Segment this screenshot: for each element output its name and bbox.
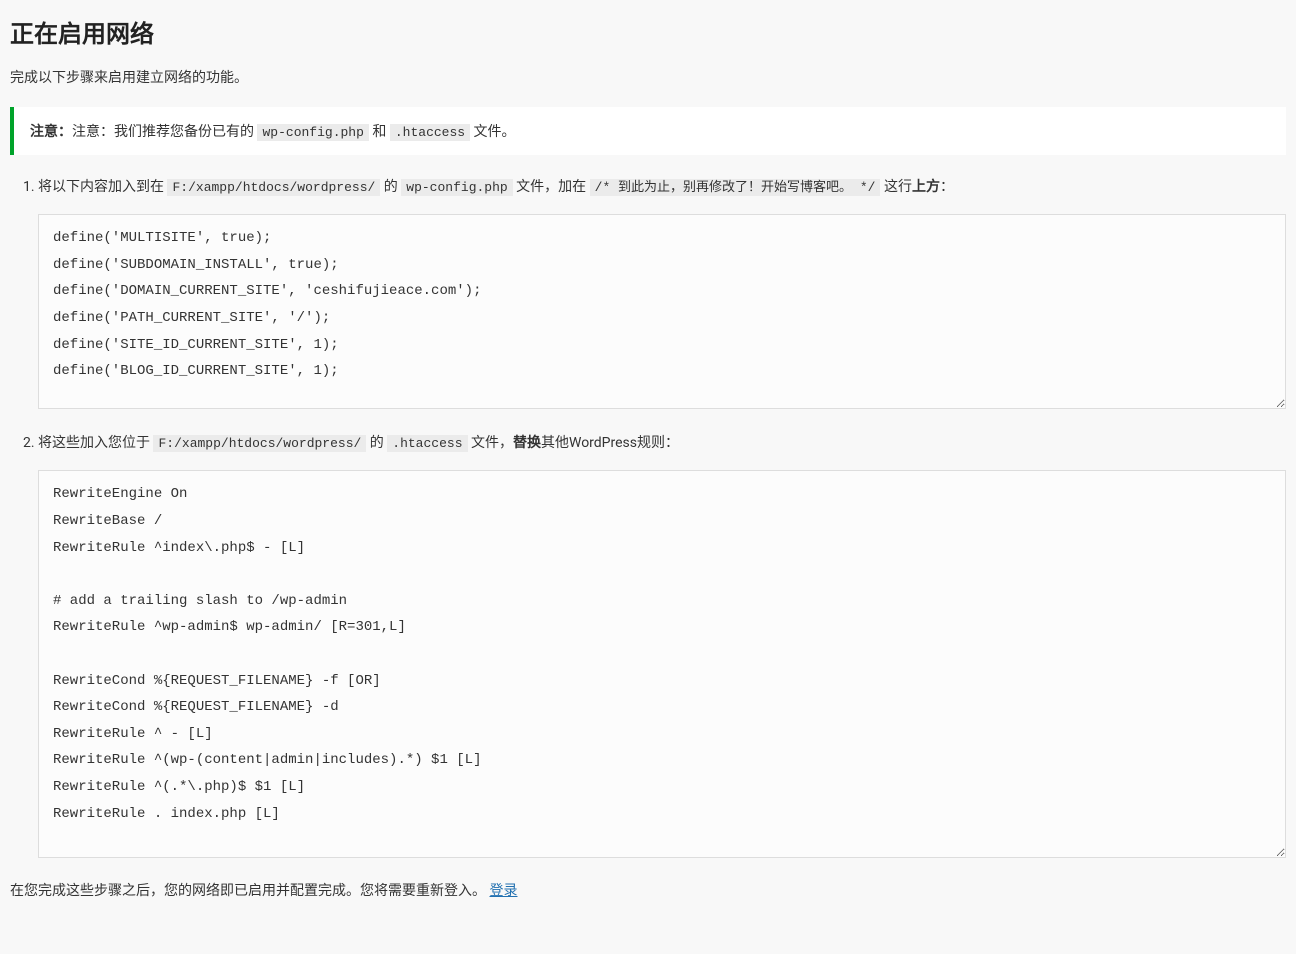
- notice-code-htaccess: .htaccess: [390, 124, 470, 141]
- step-2-text: 将这些加入您位于 F:/xampp/htdocs/wordpress/ 的 .h…: [38, 431, 1286, 456]
- step-1-path-code: F:/xampp/htdocs/wordpress/: [167, 179, 380, 196]
- notice-text-before: 我们推荐您备份已有的: [114, 124, 257, 140]
- step-1-t4: 这行: [880, 179, 911, 195]
- notice-text-mid: 和: [369, 124, 390, 140]
- step-1-t2: 的: [380, 179, 401, 195]
- step-1-t5: ：: [940, 179, 954, 195]
- step-2: 将这些加入您位于 F:/xampp/htdocs/wordpress/ 的 .h…: [38, 431, 1286, 858]
- step-1-t3: 文件，加在: [513, 179, 590, 195]
- wpconfig-code-block[interactable]: [38, 214, 1286, 409]
- step-1-bold: 上方: [912, 179, 940, 195]
- login-link[interactable]: 登录: [489, 883, 517, 899]
- step-2-file-code: .htaccess: [387, 435, 467, 452]
- step-2-t1: 将这些加入您位于: [38, 435, 153, 451]
- htaccess-code-block[interactable]: [38, 470, 1286, 858]
- step-1-text: 将以下内容加入到在 F:/xampp/htdocs/wordpress/ 的 w…: [38, 175, 1286, 200]
- intro-text: 完成以下步骤来启用建立网络的功能。: [10, 67, 1286, 87]
- footer-text: 在您完成这些步骤之后，您的网络即已启用并配置完成。您将需要重新登入。 登录: [10, 880, 1286, 900]
- step-1-t1: 将以下内容加入到在: [38, 179, 167, 195]
- notice-code-wpconfig: wp-config.php: [257, 124, 368, 141]
- step-2-t2: 的: [366, 435, 387, 451]
- footer-text-span: 在您完成这些步骤之后，您的网络即已启用并配置完成。您将需要重新登入。: [10, 883, 489, 899]
- notice-label: 注意：: [72, 124, 114, 140]
- step-2-bold: 替换: [513, 435, 541, 451]
- backup-notice: 注意：注意：我们推荐您备份已有的 wp-config.php 和 .htacce…: [10, 107, 1286, 155]
- page-title: 正在启用网络: [10, 14, 1286, 49]
- step-2-t3: 文件，: [468, 435, 513, 451]
- step-2-path-code: F:/xampp/htdocs/wordpress/: [153, 435, 366, 452]
- network-setup-container: 正在启用网络 完成以下步骤来启用建立网络的功能。 注意：注意：我们推荐您备份已有…: [10, 14, 1286, 900]
- notice-text-after: 文件。: [470, 124, 515, 140]
- step-2-t4: 其他WordPress规则：: [541, 435, 679, 451]
- step-1: 将以下内容加入到在 F:/xampp/htdocs/wordpress/ 的 w…: [38, 175, 1286, 409]
- step-1-comment-code: /* 到此为止，别再修改了！开始写博客吧。 */: [590, 179, 881, 196]
- steps-list: 将以下内容加入到在 F:/xampp/htdocs/wordpress/ 的 w…: [14, 175, 1286, 858]
- step-1-file-code: wp-config.php: [401, 179, 512, 196]
- notice-prefix-bold: 注意：: [30, 124, 72, 140]
